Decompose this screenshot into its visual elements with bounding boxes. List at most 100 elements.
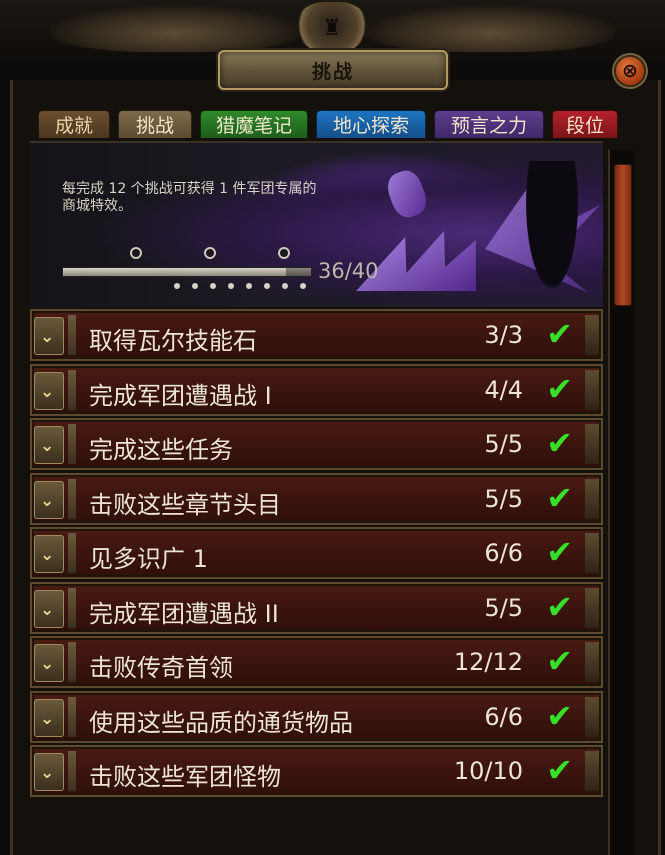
check-icon: ✔ xyxy=(546,424,573,462)
row-endcap xyxy=(585,696,599,737)
expand-button[interactable]: ⌄ xyxy=(34,371,64,410)
expand-button[interactable]: ⌄ xyxy=(34,589,64,628)
challenge-name: 击败这些军团怪物 xyxy=(89,763,281,791)
window-title-plate: 挑战 xyxy=(218,50,448,90)
expand-button[interactable]: ⌄ xyxy=(34,698,64,737)
challenge-row[interactable]: ⌄ 见多识广 1 6/6 ✔ xyxy=(30,527,603,579)
tab-challenges[interactable]: 挑战 xyxy=(118,110,192,138)
expand-button[interactable]: ⌄ xyxy=(34,753,64,791)
challenge-row[interactable]: ⌄ 完成这些任务 5/5 ✔ xyxy=(30,418,603,470)
challenge-progress: 6/6 xyxy=(484,702,523,731)
check-icon: ✔ xyxy=(546,369,573,408)
challenge-row[interactable]: ⌄ 完成军团遭遇战 II 5/5 ✔ xyxy=(30,581,603,634)
challenge-row[interactable]: ⌄ 完成军团遭遇战 I 4/4 ✔ xyxy=(30,363,603,416)
check-icon: ✔ xyxy=(546,642,573,680)
tab-achievements[interactable]: 成就 xyxy=(38,110,110,138)
challenge-row[interactable]: ⌄ 击败传奇首领 12/12 ✔ xyxy=(30,636,603,688)
challenge-progress-count: 36/40 xyxy=(318,259,379,283)
expand-button[interactable]: ⌄ xyxy=(34,480,64,519)
milestone-marker-icon xyxy=(130,247,142,259)
challenge-name: 击败传奇首领 xyxy=(89,654,233,682)
row-endcap xyxy=(585,642,599,682)
window-title: 挑战 xyxy=(311,60,354,83)
challenge-progress: 5/5 xyxy=(484,593,523,622)
reward-banner: 每完成 12 个挑战可获得 1 件军团专属的商城特效。 36/40 xyxy=(30,141,603,307)
tab-rank[interactable]: 段位 xyxy=(552,110,618,138)
scrollbar[interactable] xyxy=(608,150,634,855)
reward-dot xyxy=(246,283,252,289)
challenge-row[interactable]: ⌄ 使用这些品质的通货物品 6/6 ✔ xyxy=(30,690,603,743)
reward-dot xyxy=(174,283,180,289)
close-button[interactable]: ⊗ xyxy=(614,55,646,87)
challenge-name: 完成这些任务 xyxy=(89,436,233,464)
row-divider xyxy=(68,315,76,355)
chevron-down-icon: ⌄ xyxy=(40,545,55,565)
challenge-progress: 6/6 xyxy=(484,539,523,567)
milestone-marker-icon xyxy=(278,247,290,259)
milestone-marker-icon xyxy=(204,247,216,259)
chevron-down-icon: ⌄ xyxy=(40,599,55,620)
challenge-row[interactable]: ⌄ 击败这些章节头目 5/5 ✔ xyxy=(30,472,603,525)
row-divider xyxy=(68,751,76,791)
check-icon: ✔ xyxy=(546,315,573,353)
challenge-progress: 10/10 xyxy=(453,757,523,785)
challenge-progress-fill xyxy=(63,268,287,276)
chevron-down-icon: ⌄ xyxy=(40,436,55,456)
crystal-icon xyxy=(383,166,431,222)
challenge-name: 见多识广 1 xyxy=(89,545,208,573)
expand-button[interactable]: ⌄ xyxy=(34,317,64,355)
trophy-crest-icon: ♜ xyxy=(297,2,367,54)
check-icon: ✔ xyxy=(546,587,573,626)
challenge-progress: 5/5 xyxy=(484,484,523,513)
challenge-name: 完成军团遭遇战 II xyxy=(89,599,279,628)
challenge-progress: 12/12 xyxy=(453,648,523,676)
expand-button[interactable]: ⌄ xyxy=(34,535,64,573)
challenge-progress: 3/3 xyxy=(484,321,523,349)
challenge-list: ⌄ 取得瓦尔技能石 3/3 ✔ ⌄ 完成军团遭遇战 I 4/4 ✔ ⌄ 完成这些任务 5/5 ✔ ⌄ 击败… xyxy=(30,305,603,855)
row-divider xyxy=(68,642,76,682)
tab-prophecy[interactable]: 预言之力 xyxy=(434,110,544,138)
row-endcap xyxy=(585,533,599,573)
reward-dot xyxy=(264,283,270,289)
check-icon: ✔ xyxy=(546,696,573,735)
chevron-down-icon: ⌄ xyxy=(40,708,55,729)
ornament-wing-right xyxy=(365,6,615,52)
chevron-down-icon: ⌄ xyxy=(40,327,55,347)
row-endcap xyxy=(585,424,599,464)
chevron-down-icon: ⌄ xyxy=(40,490,55,511)
chevron-down-icon: ⌄ xyxy=(40,654,55,674)
scroll-thumb[interactable] xyxy=(614,164,632,306)
row-endcap xyxy=(585,315,599,355)
tab-bestiary[interactable]: 猎魔笔记 xyxy=(200,110,308,138)
chevron-down-icon: ⌄ xyxy=(40,763,55,783)
challenge-name: 完成军团遭遇战 I xyxy=(89,381,272,410)
challenge-name: 取得瓦尔技能石 xyxy=(89,327,257,355)
challenge-name: 击败这些章节头目 xyxy=(89,490,281,519)
row-endcap xyxy=(585,751,599,791)
expand-button[interactable]: ⌄ xyxy=(34,644,64,682)
reward-dot xyxy=(282,283,288,289)
check-icon: ✔ xyxy=(546,751,573,789)
row-endcap xyxy=(585,478,599,519)
expand-button[interactable]: ⌄ xyxy=(34,426,64,464)
challenge-progress: 5/5 xyxy=(484,430,523,458)
tab-delve[interactable]: 地心探索 xyxy=(316,110,426,138)
challenge-name: 使用这些品质的通货物品 xyxy=(89,708,353,737)
reward-dot xyxy=(210,283,216,289)
tab-bar: 成就 挑战 猎魔笔记 地心探索 预言之力 段位 xyxy=(38,110,618,138)
banner-description: 每完成 12 个挑战可获得 1 件军团专属的商城特效。 xyxy=(62,181,317,214)
row-divider xyxy=(68,533,76,573)
row-endcap xyxy=(585,369,599,410)
reward-dot xyxy=(228,283,234,289)
challenge-row[interactable]: ⌄ 取得瓦尔技能石 3/3 ✔ xyxy=(30,309,603,361)
row-divider xyxy=(68,424,76,464)
challenge-progress: 4/4 xyxy=(484,375,523,404)
row-divider xyxy=(68,696,76,737)
row-endcap xyxy=(585,587,599,628)
reward-dot xyxy=(300,283,306,289)
challenge-row[interactable]: ⌄ 击败这些军团怪物 10/10 ✔ xyxy=(30,745,603,797)
check-icon: ✔ xyxy=(546,478,573,517)
check-icon: ✔ xyxy=(546,533,573,571)
legion-figure-icon xyxy=(522,161,582,301)
challenge-progress-track xyxy=(62,267,312,277)
